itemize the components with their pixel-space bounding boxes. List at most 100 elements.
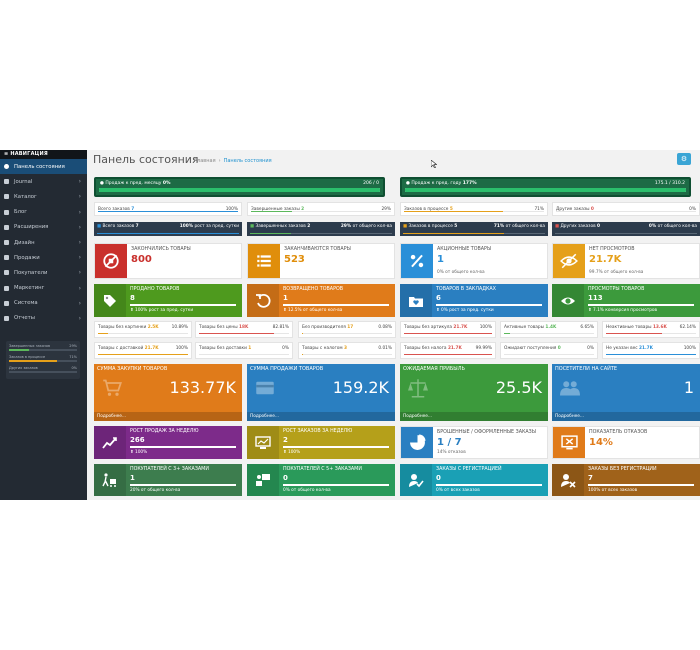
mini-stat-number: 1.4K (545, 325, 557, 330)
mini-stat-bar-fill (504, 332, 511, 334)
summary-card-value: 1 (683, 378, 694, 397)
chevron-right-icon: › (78, 208, 81, 216)
nav-header: ≡ НАВИГАЦИЯ (0, 150, 87, 159)
sidebar-item-1[interactable]: Journal › (0, 174, 87, 189)
percent-icon (401, 244, 433, 278)
sales-progress-value: 206 / 0 (363, 181, 379, 186)
info-card[interactable]: ЗАКОНЧИЛИСЬ ТОВАРЫ 800 (94, 243, 242, 279)
summary-card[interactable]: СУММА ЗАКУПКИ ТОВАРОВ 133.77K Подробнее... (94, 364, 242, 421)
settings-gear-button[interactable]: ⚙ (677, 153, 691, 165)
screen-x-icon (553, 427, 585, 458)
sidebar-item-8[interactable]: Маркетинг › (0, 281, 87, 296)
summary-card[interactable]: СУММА ПРОДАЖИ ТОВАРОВ 159.2K Подробнее... (247, 364, 395, 421)
order-dynamics-number: 0 (597, 224, 600, 229)
mini-stat-pct: 100% (683, 346, 696, 351)
sales-progress-fill (99, 188, 380, 192)
mini-stat-label: Товары без картинки 2.5K (98, 325, 159, 330)
mini-stat-label: Без производителя 17 (302, 325, 353, 330)
chevron-right-icon: › (78, 299, 81, 307)
order-rate-card[interactable]: ПОКАЗАТЕЛЬ ОТКАЗОВ 14% (552, 426, 700, 459)
sidebar-item-9[interactable]: Система › (0, 296, 87, 311)
folder-heart-icon (400, 284, 432, 317)
order-stat-bar-fill (404, 211, 504, 212)
growth-card[interactable]: РОСТ ПРОДАЖ ЗА НЕДЕЛЮ 266 ⬆ 100% (94, 426, 242, 459)
sidebar-item-label: Каталог (14, 193, 37, 200)
product-mini-stat: Товары без артикула 21.7K 100% (400, 321, 496, 338)
customer-stat-card[interactable]: ЗАКАЗЫ БЕЗ РЕГИСТРАЦИИ 7 100% от всех зака… (552, 464, 700, 496)
order-dynamics-bar-fill (403, 232, 504, 234)
summary-card[interactable]: ОЖИДАЕМАЯ ПРИБЫЛЬ 25.5K Подробнее... (400, 364, 548, 421)
cart-icon (102, 378, 122, 398)
summary-card-more-link[interactable]: Подробнее... (552, 412, 700, 421)
summary-card-more-link[interactable]: Подробнее... (400, 412, 548, 421)
summary-card-title: ОЖИДАЕМАЯ ПРИБЫЛЬ (403, 366, 465, 372)
order-dynamics-bar-fill (250, 232, 292, 234)
order-dynamics-pct-value: 0% (648, 224, 657, 229)
customer-stat-card[interactable]: ПОКУПАТЕЛЕЙ С 3+ ЗАКАЗАМИ 1 20% от общего … (94, 464, 242, 496)
sidebar-stat-header: Заказов в процессе 71% (9, 355, 77, 359)
order-dynamics-card: ■ Всего заказов 7 100% рост за пред. сутк… (94, 222, 242, 236)
order-dynamics-pct: 71% от общего кол-ва (494, 224, 545, 229)
customer-stat-bar-fill (588, 484, 694, 486)
mini-stat-pct: 10.89% (171, 325, 188, 330)
summary-card[interactable]: ПОСЕТИТЕЛИ НА САЙТЕ 1 Подробнее... (552, 364, 700, 421)
order-dynamics-text: Заказов в процессе (408, 224, 453, 229)
growth-card-number: 2 (283, 436, 288, 444)
chevron-right-icon: › (78, 193, 81, 201)
product-stat-number: 8 (130, 294, 135, 302)
sidebar-item-10[interactable]: Отчеты › (0, 311, 87, 326)
sidebar-item-label: Отчеты (14, 315, 35, 322)
mini-stat-text: Товары без цены (199, 325, 238, 330)
mini-stat-number: 13.6K (652, 325, 667, 330)
summary-card-more-link[interactable]: Подробнее... (94, 412, 242, 421)
sidebar-item-label: Покупатели (14, 269, 48, 276)
sidebar-stat: Других заказов 0% (9, 366, 77, 373)
breadcrumb-home[interactable]: Главная (194, 158, 216, 164)
sidebar-stat-header: Других заказов 0% (9, 366, 77, 370)
mini-stat-text: Ожидают поступления (504, 346, 557, 351)
mini-stat-bar (302, 353, 392, 355)
growth-card-bar-fill (283, 446, 389, 448)
tags-icon (94, 284, 126, 317)
summary-card-more-text: Подробнее... (97, 414, 127, 419)
order-rate-card[interactable]: БРОШЕННЫЕ / ОФОРМЛЕННЫЕ ЗАКАЗЫ 1 / 7 14% о… (400, 426, 548, 459)
info-card[interactable]: АКЦИОННЫЕ ТОВАРЫ 1 0% от общего кол-ва (400, 243, 548, 279)
sidebar-item-label: Блог (14, 209, 28, 216)
product-stat-bar-fill (283, 304, 389, 306)
sidebar-item-7[interactable]: Покупатели › (0, 265, 87, 280)
customer-stat-bar (130, 484, 236, 486)
product-stat-card[interactable]: ВОЗВРАЩЕНО ТОВАРОВ 1 ⬆ 12.5% от общего кол… (247, 284, 395, 317)
sidebar-item-0[interactable]: Панель состояния (0, 159, 87, 175)
mini-stat-bar-fill (606, 353, 696, 355)
product-mini-stat: Товары без налога 21.7K 99.99% (400, 342, 496, 359)
summary-card-more-link[interactable]: Подробнее... (247, 412, 395, 421)
breadcrumb-current[interactable]: Панель состояния (224, 158, 272, 164)
sidebar-item-3[interactable]: Блог › (0, 205, 87, 220)
growth-card[interactable]: РОСТ ЗАКАЗОВ ЗА НЕДЕЛЮ 2 ⬆ 100% (247, 426, 395, 459)
cart-icon (4, 255, 11, 261)
product-stat-bar-fill (436, 304, 542, 306)
product-stat-card[interactable]: ТОВАРОВ В ЗАКЛАДКАХ 6 ⬆ 0% рост за пред. с… (400, 284, 548, 317)
product-stat-card[interactable]: ПРОДАНО ТОВАРОВ 8 ⬆ 100% рост за пред. сут… (94, 284, 242, 317)
growth-card-title: РОСТ ЗАКАЗОВ ЗА НЕДЕЛЮ (283, 429, 353, 434)
eye-off-icon (553, 244, 585, 278)
info-card[interactable]: НЕТ ПРОСМОТРОВ 21.7K 99.7% от общего кол-в… (552, 243, 700, 279)
sidebar-item-6[interactable]: Продажи › (0, 250, 87, 265)
sidebar-item-4[interactable]: Расширения › (0, 220, 87, 235)
sidebar-item-5[interactable]: Дизайн › (0, 235, 87, 250)
users-icon (560, 378, 580, 398)
sidebar-item-2[interactable]: Каталог › (0, 189, 87, 204)
info-card[interactable]: ЗАКАНЧИВАЮТСЯ ТОВАРЫ 523 (247, 243, 395, 279)
order-rate-subtitle: 14% отказов (437, 450, 466, 455)
mini-stat-text: Товары с налогом (302, 346, 343, 351)
admin-dashboard: ≡ НАВИГАЦИЯ Панель состояния Journal › Ката… (0, 150, 700, 500)
mini-stat-pct: 99.99% (475, 346, 492, 351)
order-rate-title: БРОШЕННЫЕ / ОФОРМЛЕННЫЕ ЗАКАЗЫ (437, 430, 536, 435)
customer-stat-card[interactable]: ЗАКАЗЫ С РЕГИСТРАЦИЕЙ 0 0% от всех заказов (400, 464, 548, 496)
cart-walk-icon (94, 464, 126, 496)
product-mini-stat: Товары без доставки 1 0% (195, 342, 293, 359)
mini-stat-bar (504, 353, 594, 355)
mini-stat-label: Товары без доставки 1 (199, 346, 251, 351)
customer-stat-card[interactable]: ПОКУПАТЕЛЕЙ С 5+ ЗАКАЗАМИ 0 0% от общего к… (247, 464, 395, 496)
product-stat-card[interactable]: ПРОСМОТРЫ ТОВАРОВ 113 ⬆ 7.1% конверсия про… (552, 284, 700, 317)
